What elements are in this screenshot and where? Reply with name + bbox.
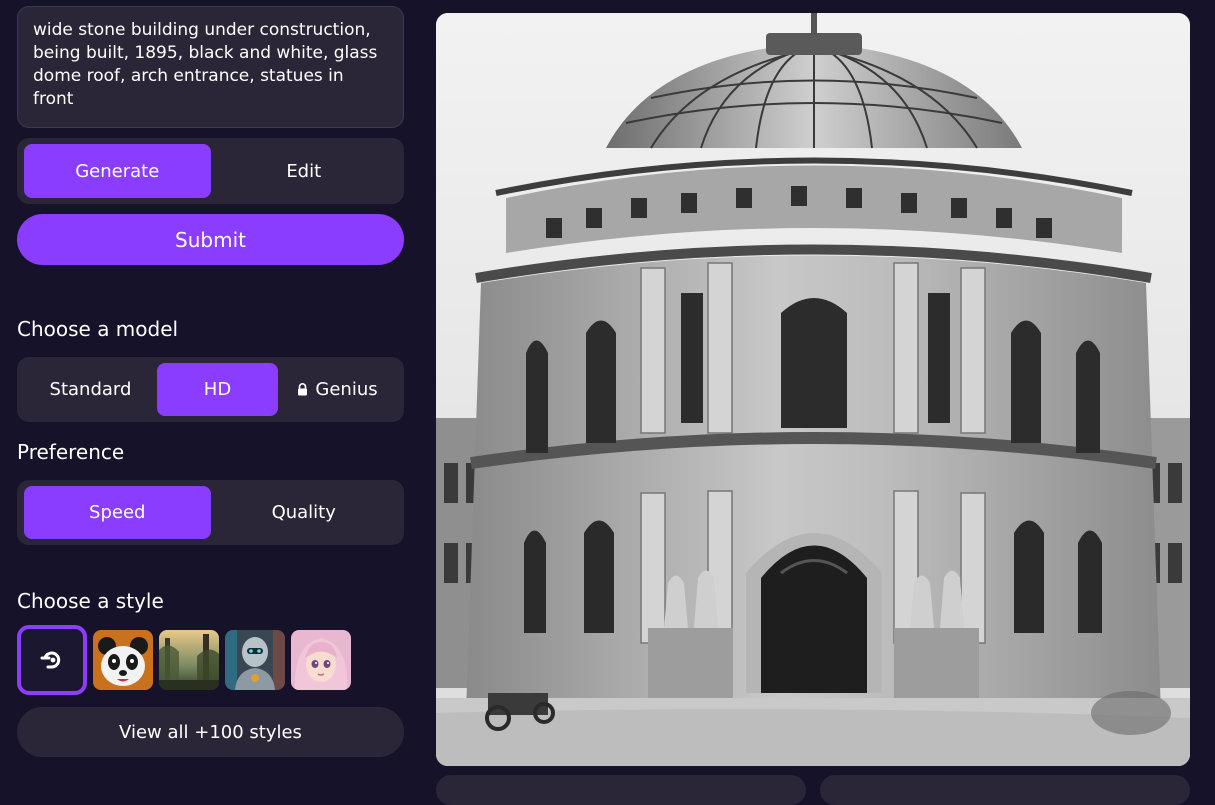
prompt-input[interactable]: wide stone building under construction, … [17,6,404,128]
model-standard[interactable]: Standard [24,363,157,416]
style-heading: Choose a style [17,589,164,613]
submit-button[interactable]: Submit [17,214,404,265]
anime-thumbnail [291,630,351,690]
generate-tab[interactable]: Generate [24,144,211,198]
generated-image[interactable] [436,13,1190,766]
no-style-icon [40,651,61,669]
style-none[interactable] [17,625,87,695]
model-heading: Choose a model [17,317,179,341]
style-thumbnails [17,625,404,695]
style-robot[interactable] [225,630,285,690]
preference-speed[interactable]: Speed [24,486,211,539]
robot-thumbnail [225,630,285,690]
model-selector: Standard HD Genius [17,357,404,422]
preference-heading: Preference [17,440,125,464]
bottom-action-left[interactable] [436,775,806,805]
style-forest[interactable] [159,630,219,690]
style-anime[interactable] [291,630,351,690]
preference-selector: Speed Quality [17,480,404,545]
model-genius-label: Genius [315,379,378,400]
lock-icon [298,383,308,396]
view-all-styles-button[interactable]: View all +100 styles [17,707,404,757]
model-genius[interactable]: Genius [278,363,397,416]
panda-thumbnail [93,630,153,690]
mode-toggle: Generate Edit [17,138,404,204]
forest-thumbnail [159,630,219,690]
building-image [436,13,1190,766]
style-panda[interactable] [93,630,153,690]
model-hd[interactable]: HD [157,363,278,416]
preference-quality[interactable]: Quality [211,486,398,539]
bottom-action-right[interactable] [820,775,1190,805]
edit-tab[interactable]: Edit [211,144,398,198]
left-panel: wide stone building under construction, … [17,6,404,757]
